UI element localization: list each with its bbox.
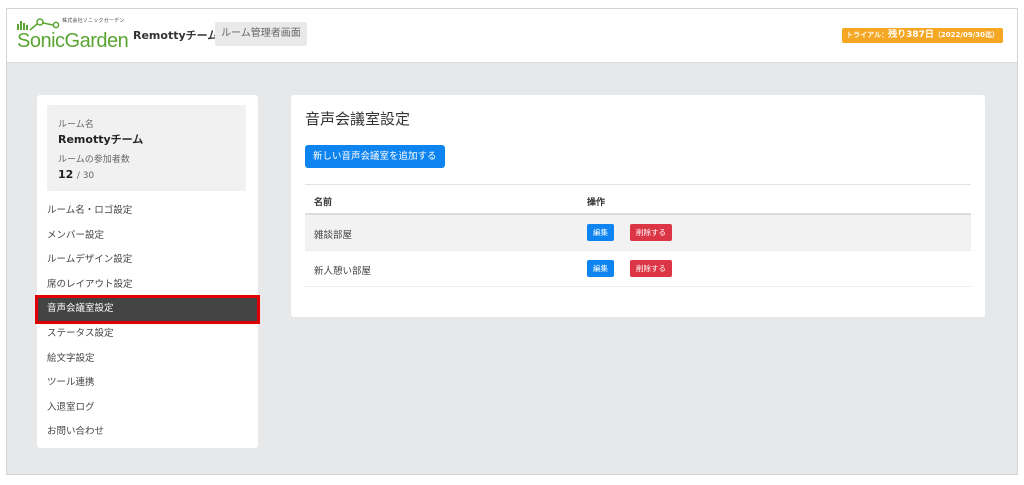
trial-prefix: トライアル： — [846, 31, 889, 39]
members-label: ルームの参加者数 — [58, 155, 130, 165]
room-name-value: Remottyチーム — [58, 133, 144, 146]
sidebar-item-seat-layout[interactable]: 席のレイアウト設定 — [37, 273, 258, 298]
sidebar-item-members[interactable]: メンバー設定 — [37, 224, 258, 249]
column-header-name: 名前 — [314, 198, 333, 208]
room-info-card: ルーム名 Remottyチーム ルームの参加者数 12 / 30 — [47, 105, 246, 191]
sonicgarden-logo[interactable]: 株式会社ソニックガーデン SonicGarden — [16, 17, 129, 55]
table-row: 新人憩い部屋 編集 削除する — [305, 251, 971, 287]
top-header: 株式会社ソニックガーデン SonicGarden Remottyチーム ルーム管… — [7, 9, 1017, 63]
trial-days-left: 残り387日 — [888, 30, 934, 40]
table-header: 名前 操作 — [305, 184, 971, 215]
settings-nav: ルーム名・ロゴ設定 メンバー設定 ルームデザイン設定 席のレイアウト設定 音声会… — [35, 199, 260, 445]
trial-status-badge: トライアル：残り387日（2022/09/30迄） — [842, 28, 1003, 43]
voice-rooms-table: 名前 操作 雑談部屋 編集 削除する 新人憩い部屋 編集 削除する — [305, 184, 971, 287]
sidebar-item-room-name-logo[interactable]: ルーム名・ロゴ設定 — [37, 199, 258, 224]
members-count: 12 / 30 — [58, 168, 94, 181]
sidebar-item-room-design[interactable]: ルームデザイン設定 — [37, 248, 258, 273]
logo-wordmark: SonicGarden — [17, 30, 129, 52]
room-name-cell: 雑談部屋 — [314, 230, 353, 241]
add-voice-room-button[interactable]: 新しい音声会議室を追加する — [305, 145, 445, 168]
members-max: / 30 — [76, 171, 95, 181]
sidebar-item-emoji[interactable]: 絵文字設定 — [37, 347, 258, 372]
app-window: 株式会社ソニックガーデン SonicGarden Remottyチーム ルーム管… — [6, 8, 1018, 475]
delete-button[interactable]: 削除する — [630, 224, 672, 241]
room-title[interactable]: Remottyチーム — [133, 27, 218, 43]
trial-end-date: （2022/09/30迄） — [933, 31, 999, 39]
settings-sidebar: ルーム名 Remottyチーム ルームの参加者数 12 / 30 ルーム名・ロゴ… — [35, 95, 260, 448]
sidebar-item-integrations[interactable]: ツール連携 — [37, 371, 258, 396]
room-name-cell: 新人憩い部屋 — [314, 266, 372, 277]
sidebar-item-status[interactable]: ステータス設定 — [37, 322, 258, 347]
sidebar-item-entry-log[interactable]: 入退室ログ — [37, 396, 258, 421]
members-current: 12 — [58, 168, 74, 181]
logo-company-name: 株式会社ソニックガーデン — [62, 18, 125, 24]
sidebar-item-contact[interactable]: お問い合わせ — [37, 420, 258, 445]
voice-rooms-panel: 音声会議室設定 新しい音声会議室を追加する 名前 操作 雑談部屋 編集 削除する… — [291, 95, 985, 317]
edit-button[interactable]: 編集 — [587, 224, 614, 241]
table-row: 雑談部屋 編集 削除する — [305, 215, 971, 251]
page-title: 音声会議室設定 — [305, 110, 411, 128]
column-header-actions: 操作 — [587, 198, 606, 208]
room-name-label: ルーム名 — [58, 120, 94, 130]
edit-button[interactable]: 編集 — [587, 260, 614, 277]
sidebar-item-voice-rooms[interactable]: 音声会議室設定 — [35, 295, 260, 324]
delete-button[interactable]: 削除する — [630, 260, 672, 277]
admin-screen-tag[interactable]: ルーム管理者画面 — [215, 22, 307, 46]
